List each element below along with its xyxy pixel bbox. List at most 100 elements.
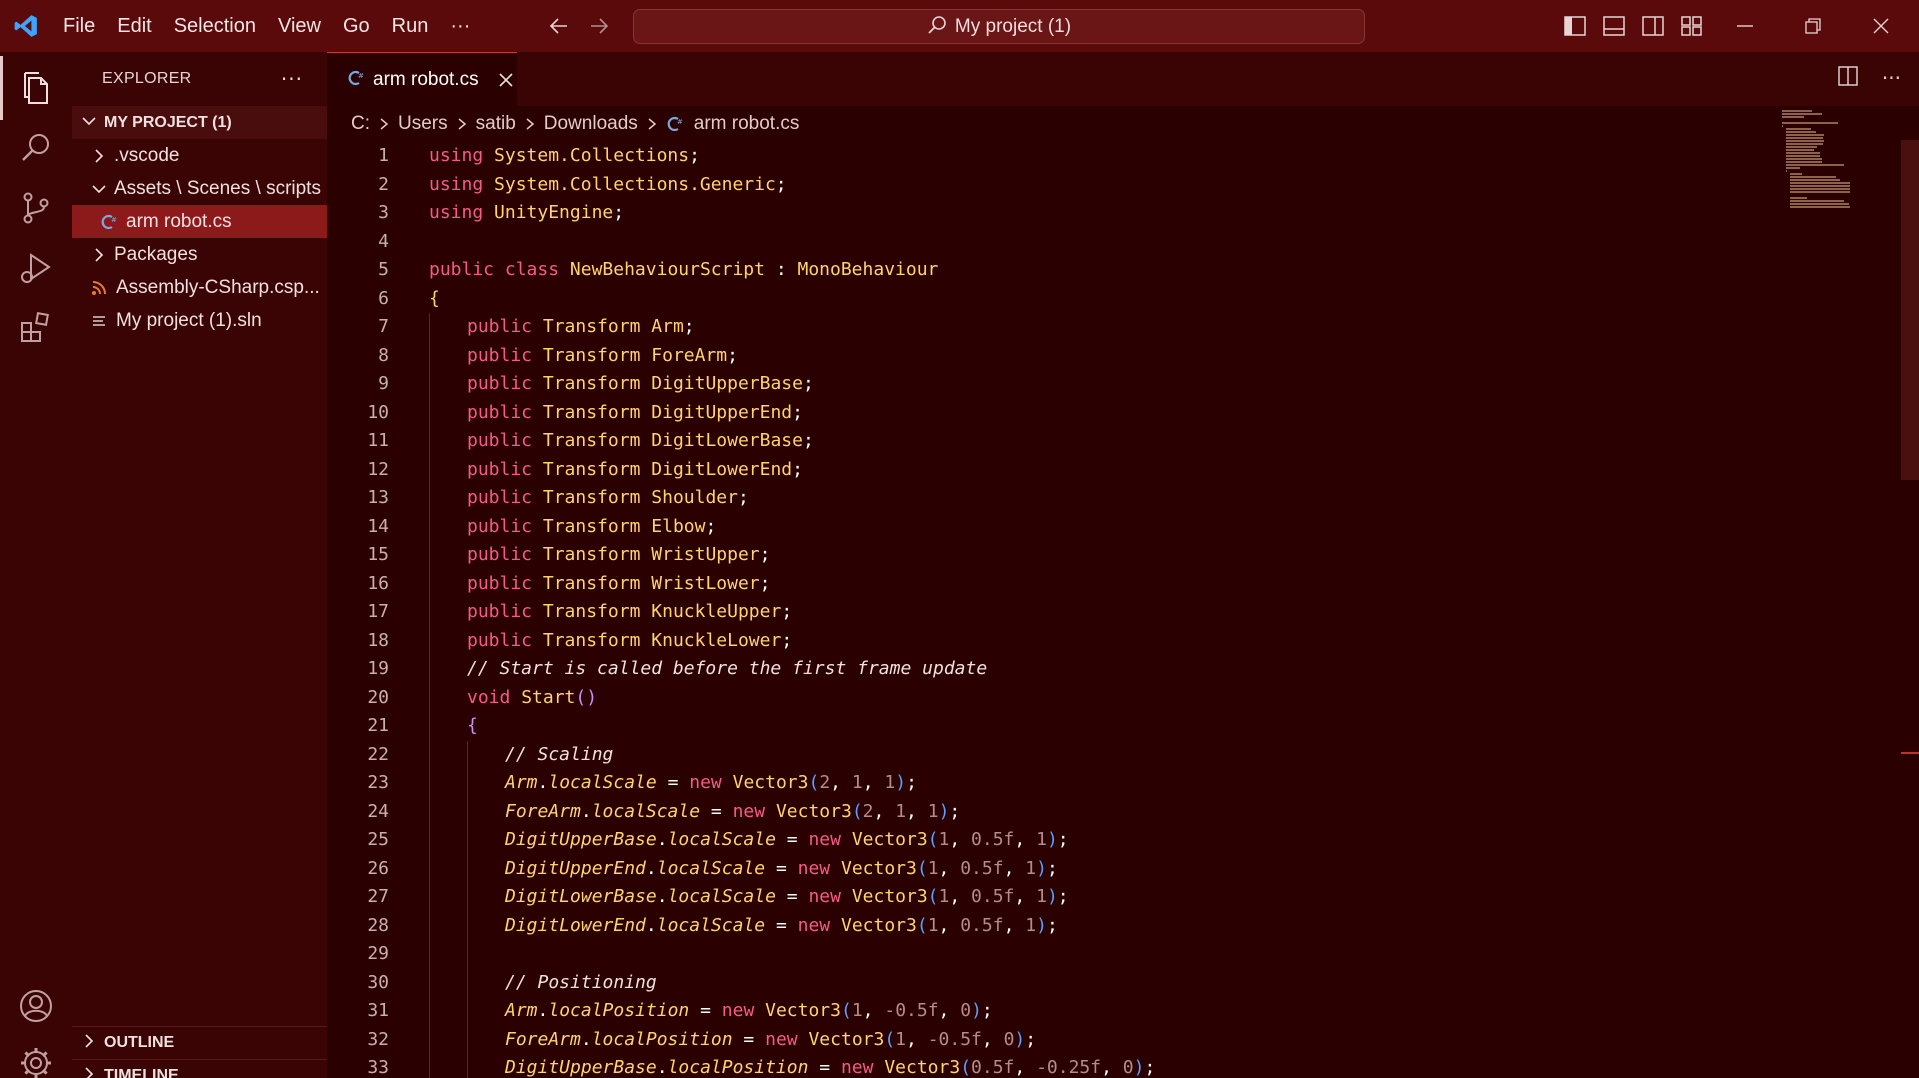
code-editor[interactable]: 1 using System.Collections; 2 using System.… (327, 142, 1777, 1078)
close-tab-icon[interactable] (499, 72, 513, 87)
settings-gear-icon[interactable] (0, 1027, 72, 1078)
menu-item[interactable]: Selection (163, 0, 267, 52)
outline-section-header[interactable]: OUTLINE (72, 1026, 327, 1059)
code-token: 0.5f (971, 886, 1015, 907)
line-number: 28 (367, 914, 389, 936)
indent-guide (429, 997, 430, 1026)
breadcrumb-segment[interactable]: C: (351, 113, 370, 135)
explorer-more-actions-button[interactable]: ··· (281, 67, 303, 91)
code-text: // Scaling (505, 741, 613, 770)
line-number: 1 (378, 145, 389, 166)
toggle-secondary-sidebar-icon[interactable] (1633, 0, 1672, 52)
code-token: Transform (542, 572, 641, 594)
line-number: 17 (367, 601, 389, 622)
tree-item-label: Packages (114, 243, 198, 265)
code-token: 1 (895, 1028, 907, 1050)
chevron-right-icon (80, 1065, 98, 1078)
indent-guide (429, 826, 430, 855)
code-token: // Positioning (505, 971, 657, 993)
tree-item[interactable]: Packages (72, 238, 327, 271)
menu-item[interactable]: View (267, 0, 332, 52)
breadcrumb-segment[interactable]: Users (398, 113, 448, 135)
code-token: using (429, 202, 484, 223)
project-section-header[interactable]: MY PROJECT (1) (72, 106, 327, 139)
menu-item[interactable]: ··· (439, 0, 481, 52)
title-bar: File Edit Selection View Go Run ··· My project… (0, 0, 1919, 52)
extensions-icon[interactable] (0, 292, 72, 364)
code-token: ; (1046, 857, 1058, 879)
editor-tab[interactable]: # arm robot.cs (327, 52, 517, 106)
code-line: 7 public Transform Arm; (327, 313, 1777, 342)
code-token: public (467, 601, 533, 622)
split-editor-icon[interactable] (1838, 66, 1858, 90)
indent-guide (429, 1025, 430, 1054)
code-token: DigitUpperEnd (651, 401, 793, 423)
code-token: . (580, 800, 592, 822)
code-text: public Transform Shoulder; (467, 484, 749, 513)
code-token: ( (927, 829, 939, 850)
indent-guide (429, 455, 430, 484)
search-icon (927, 15, 947, 39)
tree-item[interactable]: .vscode (72, 139, 327, 172)
code-token: public (467, 344, 533, 366)
code-token: ; (705, 515, 717, 537)
indent-guide (429, 797, 430, 826)
breadcrumb-segment[interactable]: arm robot.cs (694, 113, 800, 135)
code-token: localPosition (591, 1028, 733, 1050)
menu-item[interactable]: File (52, 0, 106, 52)
toggle-panel-icon[interactable] (1594, 0, 1633, 52)
minimap-line (1790, 203, 1849, 205)
tree-item[interactable]: Assembly-CSharp.csp... (72, 271, 327, 304)
code-line: 19 // Start is called before the first fr… (327, 655, 1777, 684)
menu-item[interactable]: Go (332, 0, 381, 52)
toggle-primary-sidebar-icon[interactable] (1555, 0, 1594, 52)
code-token: 0 (960, 1000, 972, 1021)
code-token: ; (737, 487, 749, 508)
customize-layout-icon[interactable] (1672, 0, 1711, 52)
more-actions-icon[interactable]: ··· (1882, 66, 1901, 90)
restore-icon[interactable] (1779, 0, 1847, 52)
command-center-search[interactable]: My project (1) (633, 9, 1365, 44)
code-line: 33 DigitUpperBase.localPosition = new Vec… (327, 1054, 1777, 1078)
timeline-section-header[interactable]: TIMELINE (72, 1059, 327, 1078)
code-token: ( (808, 772, 820, 793)
minimap-line (1786, 137, 1824, 139)
code-text: DigitUpperEnd.localScale = new Vector3(1… (505, 855, 1058, 884)
line-number: 22 (367, 743, 389, 765)
tree-item[interactable]: # arm robot.cs (72, 205, 327, 238)
minimap[interactable] (1782, 110, 1892, 310)
tree-item[interactable]: Assets \ Scenes \ scripts (72, 172, 327, 205)
menu-item[interactable]: Edit (106, 0, 162, 52)
indent-guide (467, 940, 468, 969)
close-window-icon[interactable] (1847, 0, 1915, 52)
line-number: 5 (378, 259, 389, 280)
code-token: : (764, 259, 798, 280)
code-token: System.Collections.Generic (494, 173, 776, 195)
code-token: ForeArm (505, 1028, 581, 1050)
line-number: 10 (367, 401, 389, 423)
rss-file-icon (90, 279, 108, 297)
line-number: 3 (378, 202, 389, 223)
menu-item[interactable]: Run (381, 0, 440, 52)
code-token: new (721, 1000, 755, 1021)
code-token: 0.5f (971, 829, 1015, 850)
code-text: Arm.localPosition = new Vector3(1, -0.5f… (505, 997, 993, 1026)
code-token: = (656, 772, 690, 793)
code-token: . (656, 1057, 668, 1078)
code-token: ; (1046, 914, 1058, 936)
breadcrumb-segment[interactable]: Downloads (544, 113, 638, 135)
minimize-icon[interactable] (1711, 0, 1779, 52)
code-line: 23 Arm.localScale = new Vector3(2, 1, 1); (327, 769, 1777, 798)
code-token: void (467, 686, 511, 708)
breadcrumb-segment[interactable]: satib (476, 113, 516, 135)
vertical-scrollbar[interactable] (1901, 140, 1919, 480)
code-line: 13 public Transform Shoulder; (327, 484, 1777, 513)
code-token: 0.5f (971, 1057, 1015, 1078)
minimap-line (1790, 179, 1841, 181)
forward-arrow-icon[interactable] (588, 12, 610, 40)
back-arrow-icon[interactable] (548, 12, 570, 40)
tree-item[interactable]: My project (1).sln (72, 304, 327, 337)
